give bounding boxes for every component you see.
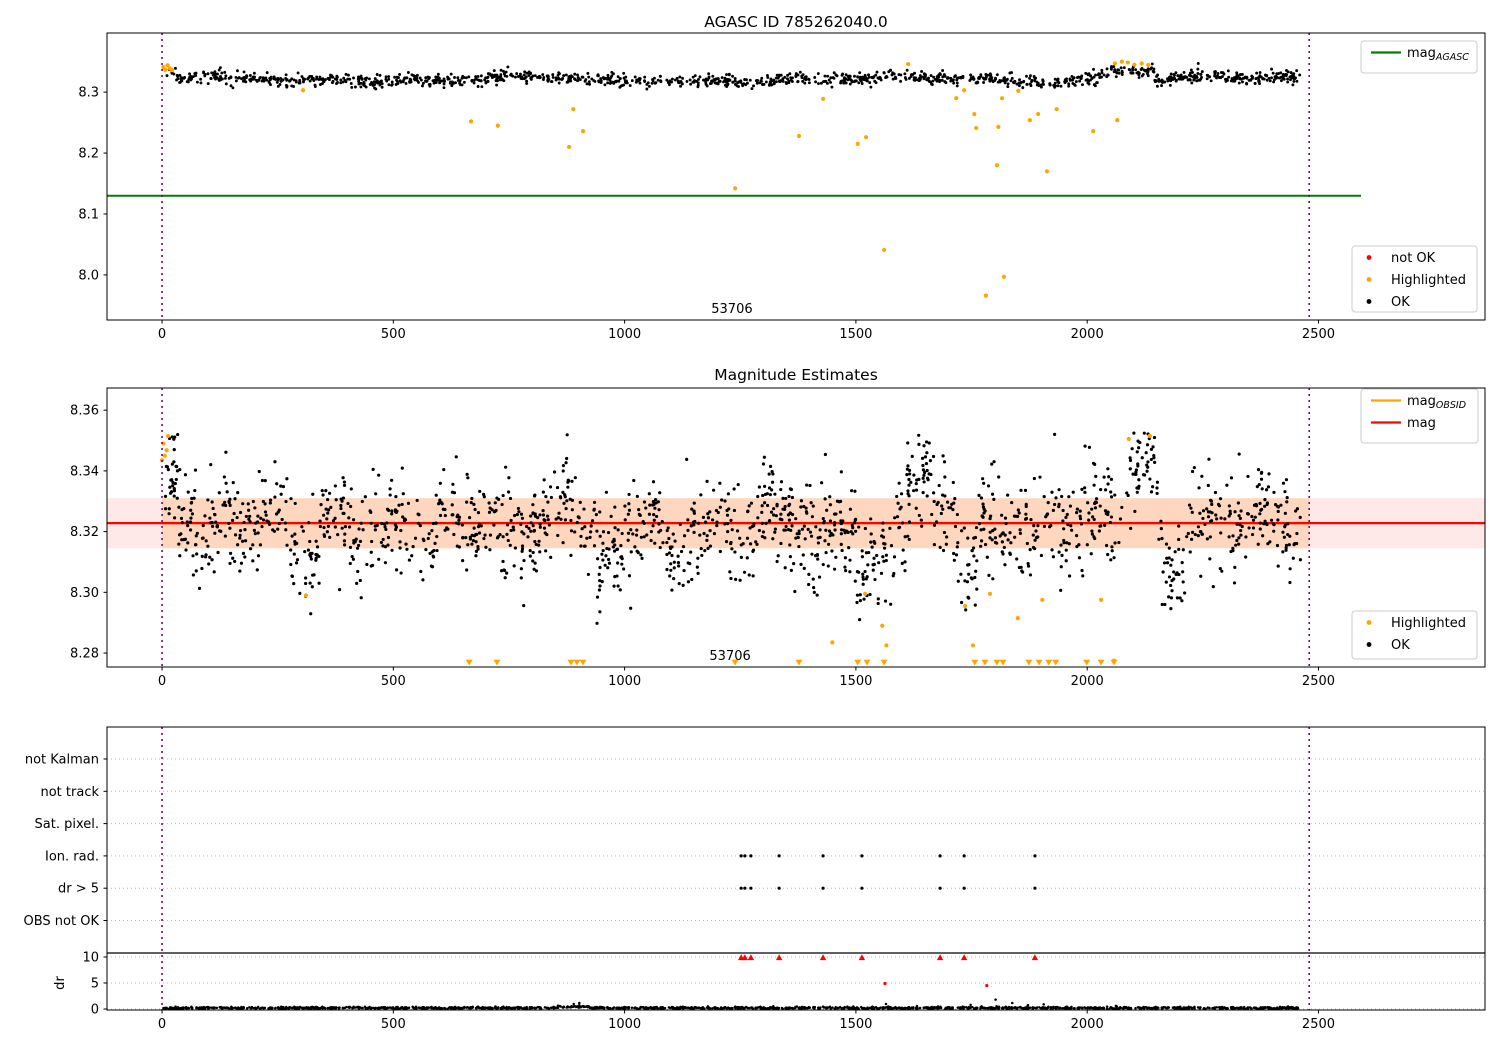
dr-not-ok-points (737, 954, 1039, 988)
svg-text:5: 5 (91, 977, 99, 992)
flag-category-label: not track (40, 785, 99, 800)
magnitude-plot-legend-points: Highlighted OK (1351, 610, 1478, 660)
svg-text:2500: 2500 (1302, 1017, 1335, 1032)
svg-text:0: 0 (158, 674, 166, 689)
svg-text:2000: 2000 (1071, 674, 1104, 689)
top-plot-yticks: 8.0 8.1 8.2 8.3 (78, 86, 107, 283)
top-plot-xticks: 0 500 1000 1500 2000 2500 (158, 320, 1335, 342)
magnitude-plot-yticks: 8.28 8.30 8.32 8.34 8.36 (70, 404, 107, 662)
clipped-triangles (465, 659, 1118, 666)
svg-text:8.3: 8.3 (78, 86, 99, 101)
obsid-annotation: 53706 (711, 302, 752, 317)
svg-text:1000: 1000 (608, 674, 641, 689)
top-plot: AGASC ID 785262040.0 53706 (107, 13, 1362, 317)
svg-text:2500: 2500 (1302, 327, 1335, 342)
svg-text:0: 0 (158, 327, 166, 342)
flag-category-label: dr > 5 (58, 882, 99, 897)
svg-text:2500: 2500 (1302, 674, 1335, 689)
flags-plot-xticks: 0 500 1000 1500 2000 2500 (158, 1010, 1335, 1032)
ok-points (165, 62, 1302, 91)
svg-text:10: 10 (82, 951, 99, 966)
top-plot-title: AGASC ID 785262040.0 (704, 13, 888, 31)
flag-category-label: OBS not OK (24, 914, 100, 929)
svg-text:0: 0 (91, 1003, 99, 1018)
gridlines (107, 758, 1485, 1010)
svg-text:8.34: 8.34 (70, 464, 99, 479)
svg-text:8.0: 8.0 (78, 268, 99, 283)
magnitude-plot-title: Magnitude Estimates (714, 366, 878, 384)
agasc-magnitude-report-charts: AGASC ID 785262040.0537060 500 1000 1500 200… (24, 13, 1486, 1032)
obsid-boundary-vlines (161, 33, 1311, 320)
svg-text:2000: 2000 (1071, 1017, 1104, 1032)
top-plot-legend-points: not OK Highlighted OK (1351, 245, 1478, 313)
magnitude-plot-xticks: 0 500 1000 1500 2000 2500 (158, 667, 1335, 689)
svg-text:8.2: 8.2 (78, 147, 99, 162)
legend-label: OK (1391, 638, 1410, 653)
svg-text:8.1: 8.1 (78, 207, 99, 222)
svg-text:1000: 1000 (608, 1017, 641, 1032)
legend-label: Highlighted (1391, 273, 1466, 288)
obsid-annotation: 53706 (709, 649, 750, 664)
legend-label: OK (1391, 295, 1410, 310)
svg-text:0: 0 (158, 1017, 166, 1032)
svg-text:1000: 1000 (608, 327, 641, 342)
magnitude-plot-legend-lines: magOBSIDmag (1360, 388, 1479, 444)
svg-text:2000: 2000 (1071, 327, 1104, 342)
svg-text:1500: 1500 (839, 674, 872, 689)
svg-text:8.28: 8.28 (70, 647, 99, 662)
legend-label: mag (1407, 416, 1436, 431)
legend-label: Highlighted (1391, 616, 1466, 631)
obsid-boundary-vlines (161, 727, 1311, 1010)
figure: AGASC ID 785262040.0 53706 0 500 1000 1500 200… (0, 0, 1500, 1050)
svg-text:8.32: 8.32 (70, 525, 99, 540)
svg-text:500: 500 (381, 327, 406, 342)
svg-text:8.36: 8.36 (70, 404, 99, 419)
svg-text:500: 500 (381, 674, 406, 689)
flag-points (739, 854, 1037, 890)
svg-text:1500: 1500 (839, 327, 872, 342)
flags-dr-plot: not Kalman not track Sat. pixel. Ion. rad. d… (24, 753, 1485, 1018)
dr-axis-label: dr (53, 976, 68, 990)
top-plot-legend-ref: magAGASC (1360, 40, 1478, 74)
legend-label: not OK (1391, 251, 1436, 266)
svg-text:1500: 1500 (839, 1017, 872, 1032)
dr-points (162, 998, 1300, 1011)
svg-text:500: 500 (381, 1017, 406, 1032)
highlighted-points (161, 59, 1151, 298)
svg-text:8.30: 8.30 (70, 586, 99, 601)
flag-category-label: Ion. rad. (45, 849, 99, 864)
flag-category-label: Sat. pixel. (35, 817, 99, 832)
flag-category-label: not Kalman (25, 753, 99, 768)
flags-plot-spines (106, 726, 1486, 1011)
magnitude-plot: Magnitude Estimates 53706 (107, 366, 1485, 666)
